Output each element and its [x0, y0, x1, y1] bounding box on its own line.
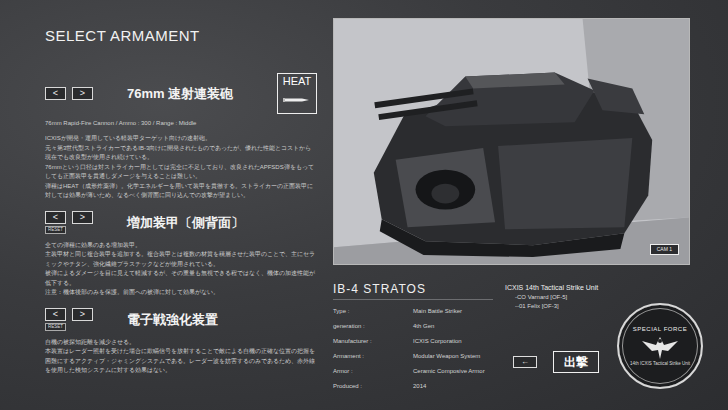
next-button[interactable]: > — [72, 308, 93, 321]
description-paragraph: ICXISが開発・運用している軽装甲ターゲット向けの速射砲。 — [45, 134, 317, 144]
emblem-top-text: SPECIAL FORCE — [633, 326, 687, 333]
emblem-bottom-text: 14th ICXIS Tactical Strike Unit — [629, 361, 691, 367]
ammo-type-badge: HEAT — [277, 73, 317, 114]
spec-row: Manufacturer :ICXIS Corporation — [333, 333, 493, 348]
spec-value: Modular Weapon System — [413, 352, 480, 360]
vehicle-viewport[interactable]: CAM 1 — [333, 18, 690, 265]
armament-title: 増加装甲〔側背面〕 — [127, 214, 244, 232]
spec-row: Armor :Ceramic Composive Armor — [333, 363, 493, 378]
description-paragraph: 自機の被探知距離を減少させる。 — [45, 338, 317, 348]
unit-emblem: SPECIAL FORCE 14th ICXIS Tactical Strike … — [617, 303, 703, 389]
unit-name: ICXIS 14th Tactical Strike Unit — [505, 283, 615, 293]
armament-description: 全ての弾種に効果のある増加装甲。主装甲材と同じ複合装甲を追加する。複合装甲とは複… — [45, 241, 317, 298]
spec-value: 4th Gen — [413, 322, 434, 330]
eagle-icon — [640, 333, 680, 361]
prev-button[interactable]: < — [45, 211, 66, 224]
spacer — [45, 332, 317, 338]
unit-member: -CO Varnard [OF-5] — [505, 293, 615, 302]
armament-header: <>RESET電子戦強化装置 — [45, 308, 317, 332]
unit-info: ICXIS 14th Tactical Strike Unit-CO Varna… — [505, 281, 615, 393]
vehicle-render-icon — [334, 19, 689, 264]
spec-label: Armor : — [333, 367, 413, 375]
armament-section: <>RESET増加装甲〔側背面〕全ての弾種に効果のある増加装甲。主装甲材と同じ複… — [45, 211, 317, 298]
spec-label: Manufacturer : — [333, 337, 413, 345]
description-paragraph: 元々第3世代型ストライカーであるIB-3向けに開発されたものであったが、優れた性… — [45, 144, 317, 163]
spec-label: Produced : — [333, 382, 413, 390]
reset-button[interactable]: RESET — [45, 226, 66, 234]
armament-section: <>76mm 速射連装砲HEAT76mm Rapid-Fire Cannon /… — [45, 73, 317, 201]
arrow-buttons: <> — [45, 308, 127, 321]
armament-panel: SELECT ARMAMENT<>76mm 速射連装砲HEAT76mm Rapi… — [45, 26, 317, 410]
description-paragraph: 全ての弾種に効果のある増加装甲。 — [45, 241, 317, 251]
vehicle-info: IB-4 STRATOSType :Main Battle Strikergen… — [333, 281, 700, 393]
description-paragraph: 注意：機体後部のみを保護。前面への被弾に対して効果がない。 — [45, 288, 317, 298]
page-title: SELECT ARMAMENT — [45, 26, 317, 46]
armament-description: 自機の被探知距離を減少させる。本装置はレーダー照射を受けた場合に欺瞞信号を放射す… — [45, 338, 317, 376]
selector-controls: <>RESET — [45, 211, 127, 234]
spec-label: Armament : — [333, 352, 413, 360]
description-paragraph: 76mmという口径は対ストライカー用としては完全に不足しており、改良されたAPF… — [45, 163, 317, 182]
spec-value: 2014 — [413, 382, 426, 390]
selector-controls: <>RESET — [45, 308, 127, 331]
prev-button[interactable]: < — [45, 87, 66, 100]
selector-controls: <> — [45, 87, 127, 100]
next-button[interactable]: > — [72, 211, 93, 224]
camera-button[interactable]: CAM 1 — [650, 244, 679, 255]
spec-label: generation : — [333, 322, 413, 330]
weapon-specs: 76mm Rapid-Fire Cannon / Ammo : 300 / Ra… — [45, 119, 317, 127]
ammo-type-label: HEAT — [281, 75, 313, 87]
spacer — [45, 235, 317, 241]
description-paragraph: 弾種はHEAT（成形炸薬弾）。化学エネルギーを用いて装甲を貫徹する。ストライカー… — [45, 182, 317, 201]
arrow-buttons: <> — [45, 211, 127, 224]
description-paragraph: 本装置はレーダー照射を受けた場合に欺瞞信号を放射することで敵による自機の正確な位… — [45, 347, 317, 376]
armament-section: <>RESET電子戦強化装置自機の被探知距離を減少させる。本装置はレーダー照射を… — [45, 308, 317, 376]
sortie-button[interactable]: 出撃 — [553, 351, 599, 373]
description-paragraph: 被弾によるダメージを目に見えて軽減するが、その重量も無視できる程ではなく、機体の… — [45, 269, 317, 288]
armament-header: <>76mm 速射連装砲HEAT — [45, 73, 317, 114]
vehicle-panel: CAM 1 IB-4 STRATOS Type :Main Battle Strik… — [333, 18, 700, 410]
arrow-buttons: <> — [45, 87, 127, 100]
spec-value: Ceramic Composive Armor — [413, 367, 485, 375]
spec-row: generation :4th Gen — [333, 318, 493, 333]
spec-label: Type : — [333, 307, 413, 315]
screen: SELECT ARMAMENT<>76mm 速射連装砲HEAT76mm Rapi… — [0, 0, 728, 410]
prev-button[interactable]: < — [45, 308, 66, 321]
armament-title: 76mm 速射連装砲 — [127, 85, 233, 103]
unit-member: --01 Felix [OF-3] — [505, 302, 615, 311]
next-button[interactable]: > — [72, 87, 93, 100]
spec-sheet: IB-4 STRATOSType :Main Battle Strikergen… — [333, 281, 493, 393]
action-buttons: ← 出撃 — [505, 351, 615, 373]
armament-title: 電子戦強化装置 — [127, 311, 218, 329]
spec-value: Main Battle Striker — [413, 307, 462, 315]
spec-row: Armament :Modular Weapon System — [333, 348, 493, 363]
armament-header: <>RESET増加装甲〔側背面〕 — [45, 211, 317, 235]
shell-icon — [282, 97, 312, 103]
spec-row: Type :Main Battle Striker — [333, 303, 493, 318]
back-button[interactable]: ← — [513, 356, 537, 368]
spec-row: Produced :2014 — [333, 378, 493, 393]
reset-button[interactable]: RESET — [45, 323, 66, 331]
vehicle-name: IB-4 STRATOS — [333, 281, 493, 300]
description-paragraph: 主装甲材と同じ複合装甲を追加する。複合装甲とは複数の材質を積層させた装甲のことで… — [45, 250, 317, 269]
spec-value: ICXIS Corporation — [413, 337, 462, 345]
armament-description: ICXISが開発・運用している軽装甲ターゲット向けの速射砲。元々第3世代型ストラ… — [45, 134, 317, 201]
